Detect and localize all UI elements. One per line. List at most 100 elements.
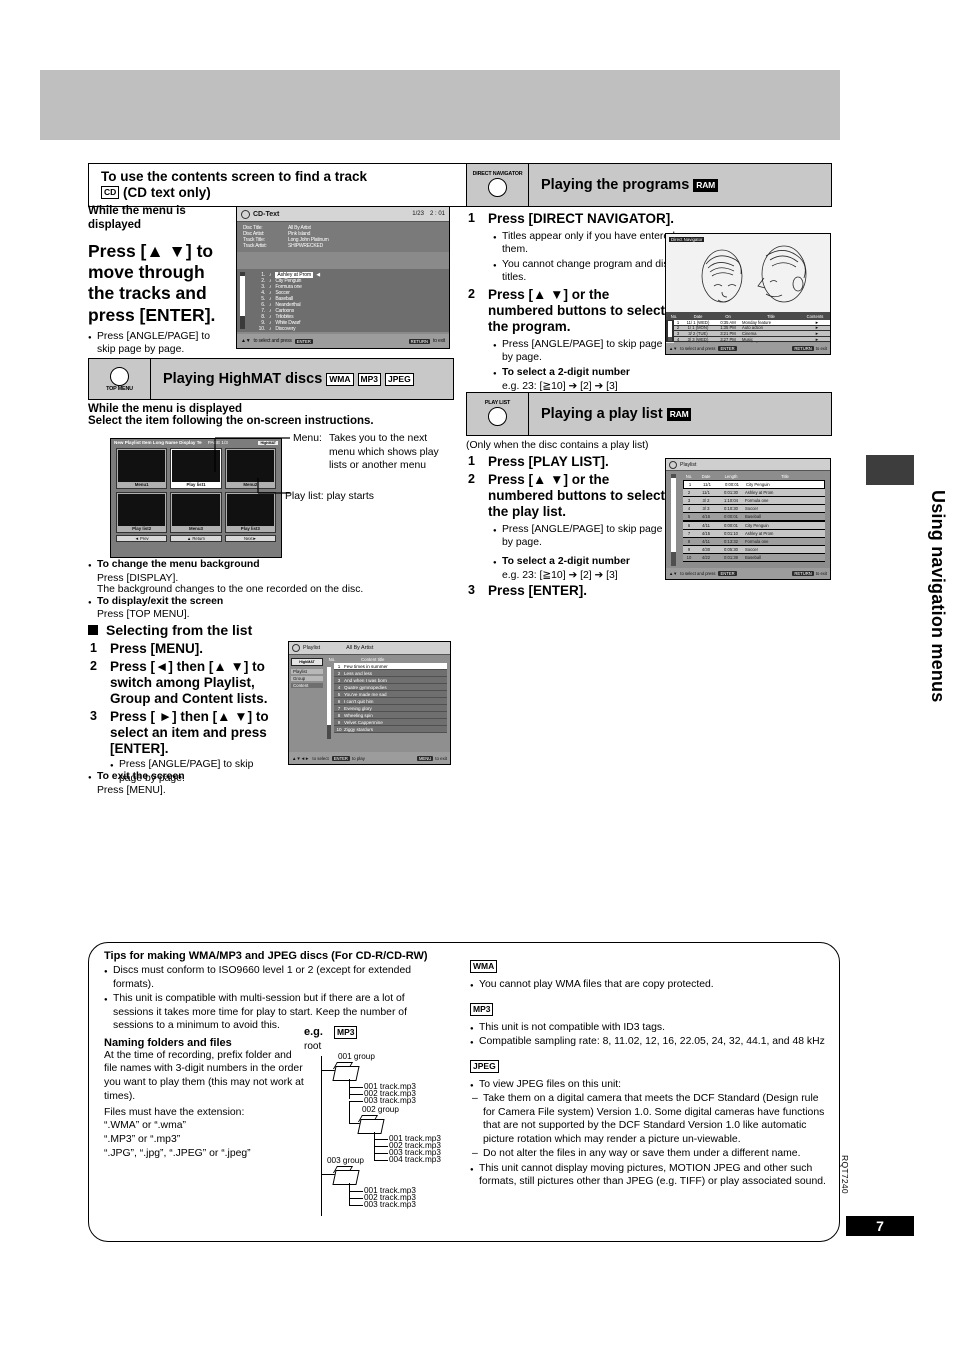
row-no: 3 [687, 498, 691, 503]
table-row[interactable]: 10 4/22 0:01:39 Baseball [683, 554, 825, 562]
track-list[interactable]: 1. ♪ Ashley at Prom ◀ 2. ♪ City Penguin 3. ♪ Fo… [237, 269, 449, 332]
footer-right-text: to exit [815, 346, 827, 351]
scrollbar[interactable] [327, 667, 331, 739]
scrollbar-thumb[interactable] [240, 276, 245, 316]
contents-arrow-icon[interactable]: ► [804, 337, 830, 342]
row-title: Baseball [745, 514, 762, 519]
step-text: Press [ENTER]. [488, 583, 588, 599]
table-row[interactable]: 7 4/15 0:01:10 Ashley at Prom [683, 530, 825, 538]
table-row[interactable]: 4 3/ 3 0:10:30 Soccer [683, 505, 825, 513]
sidebar-item-playlist[interactable]: Playlist [291, 669, 323, 674]
table-row[interactable]: 7 Evening glory [334, 705, 447, 712]
row-title: Baseball [745, 555, 762, 560]
tree-branch [374, 1160, 388, 1161]
row-no: 10 [686, 555, 692, 560]
contents-arrow-icon[interactable]: ► [804, 320, 830, 325]
contents-instructions: While the menu is displayed Press [▲ ▼] … [88, 205, 228, 358]
direct-navigator-button[interactable]: DIRECT NAVIGATOR [467, 164, 529, 206]
table-row[interactable]: 10 Ziggy stardurs [334, 726, 447, 733]
footer-right-text: to exit [815, 571, 827, 576]
table-row[interactable]: 3 And when I was born [334, 677, 447, 684]
table-row[interactable]: 9 Velvet Cappermine [334, 719, 447, 726]
table-row[interactable]: 3 3/ 2 1:10:04 Formula one [683, 497, 825, 505]
tile[interactable]: Play list2 [116, 492, 168, 533]
contents-arrow-icon[interactable]: ► [804, 331, 830, 336]
square-bullet-icon [88, 625, 98, 635]
enter-key-badge: ENTER [718, 346, 737, 351]
exit-screen-text: Press [MENU]. [97, 784, 166, 796]
step-text: Press [◄] then [▲ ▼] to switch among Pla… [110, 658, 268, 706]
scrollbar-thumb[interactable] [671, 478, 676, 552]
table-row[interactable]: 4 Quatre gymnopedies [334, 684, 447, 691]
button-circle-icon [110, 366, 129, 386]
enter-key-badge: ENTER [331, 755, 350, 761]
table-row[interactable]: 6 4/11 0:00:01 City Penguin [683, 521, 825, 530]
document-code: RQT7240 [840, 1155, 850, 1194]
scrollbar[interactable] [668, 321, 672, 341]
table-row[interactable]: 2 11/1 0:01:30 Ashley at Prom [683, 489, 825, 497]
row-no: 2 [337, 670, 341, 676]
top-menu-button[interactable]: TOP MENU [89, 359, 151, 399]
bg-line1: Press [DISPLAY]. [97, 572, 179, 584]
table-row[interactable]: 4 3/ 3 (WED) 3:27 PM Music ► [674, 337, 830, 342]
row-no: 2 [687, 490, 691, 495]
scrollbar[interactable] [240, 272, 245, 329]
table-row[interactable]: 1 Few times in summer [334, 663, 447, 670]
table-row[interactable]: 8 4/11 0:13:32 Formula one [683, 538, 825, 546]
step-number: 2 [468, 286, 475, 301]
row-length: 0:00:01 [724, 514, 738, 519]
jpeg-dash-1: Take them on a digital camera that meets… [472, 1092, 826, 1146]
table-row[interactable]: 2 Less and less [334, 670, 447, 677]
row-length: 0:01:39 [724, 555, 738, 560]
footer-select-text: to select [312, 755, 329, 761]
table-row[interactable]: 2 1/ 1 (MON) 1:35 PM Auto action ► [674, 325, 830, 330]
row-title: Few times in summer [344, 663, 388, 669]
tree-branch [349, 1191, 363, 1192]
prev-button[interactable]: ◄ Prev [116, 535, 168, 542]
selecting-steps: 1 Press [MENU]. 2 Press [◄] then [▲ ▼] t… [88, 641, 278, 787]
callout-menu-label: Menu: [293, 433, 322, 444]
table-row[interactable]: 5 4/16 0:00:01 Baseball [683, 513, 825, 521]
table-row[interactable]: 8 Wheeling spin [334, 712, 447, 719]
footer-play-text: to play [351, 755, 365, 761]
folder-icon [332, 1062, 360, 1081]
tree-branch [349, 1101, 350, 1123]
play-list-button[interactable]: PLAY LIST [467, 393, 529, 435]
table-header: No. Date On Title Contents [666, 312, 830, 320]
table-row[interactable]: 9 4/30 0:05:30 Soccer [683, 546, 825, 554]
scrollbar-thumb[interactable] [327, 667, 331, 725]
tree-branch [349, 1101, 363, 1102]
tree-branch [349, 1087, 363, 1088]
contents-intro: While the menu is displayed [88, 205, 186, 231]
exit-screen-block: To exit the screen Press [MENU]. [88, 770, 288, 796]
program-table[interactable]: 1 11/ 1 (WED) 0:35 AM Monday feature ► 2 1/ 1… [666, 320, 830, 347]
table-row[interactable]: 3 3/ 2 (TUE) 3:21 PM Cinema ► [674, 331, 830, 336]
scrollbar-thumb[interactable] [668, 321, 672, 337]
row-on: 0:35 AM [720, 319, 736, 325]
list-item: You cannot change program and disc title… [493, 258, 676, 285]
col-no: No. [328, 657, 336, 662]
table-row[interactable]: 5 You've made me sad [334, 691, 447, 698]
step-text: Press [PLAY LIST]. [488, 454, 609, 469]
sidebar-item-group[interactable]: Group [291, 676, 323, 681]
highmat-bullet-list: To change the menu background [88, 558, 452, 573]
playlist-sidebar[interactable]: HighMAT Playlist Group Content [289, 655, 325, 753]
row-title: Ashley at Prom [745, 490, 774, 495]
scrollbar[interactable] [671, 474, 676, 566]
field-label: Track Artist: [243, 243, 267, 249]
list-item[interactable]: 10. ♪ Discovery [253, 326, 449, 332]
playlist-table[interactable]: No. Date Length Title 1 11/1 0:00:01 City P… [666, 470, 830, 568]
tile[interactable]: Menu1 [116, 448, 168, 489]
contents-arrow-icon[interactable]: ► [804, 325, 830, 330]
playlist-content-list[interactable]: No. Content title 1 Few times in summer 2… [325, 655, 450, 753]
table-row[interactable]: 6I can't quit him [334, 698, 447, 705]
dpad-icon: ▲▼ [669, 346, 678, 351]
table-row[interactable]: 1 11/1 0:00:01 City Penguin [683, 480, 825, 489]
sidebar-item-content[interactable]: Content [291, 683, 323, 688]
tree-trunk [321, 1056, 322, 1216]
note-icon: ♪ [269, 326, 272, 332]
mp3-tag: MP3 [334, 1026, 358, 1039]
playlist-section-header: PLAY LIST Playing a play list RAM [466, 392, 832, 436]
row-date: 3/ 2 [702, 498, 710, 503]
table-row[interactable]: 1 11/ 1 (WED) 0:35 AM Monday feature ► [674, 320, 830, 325]
